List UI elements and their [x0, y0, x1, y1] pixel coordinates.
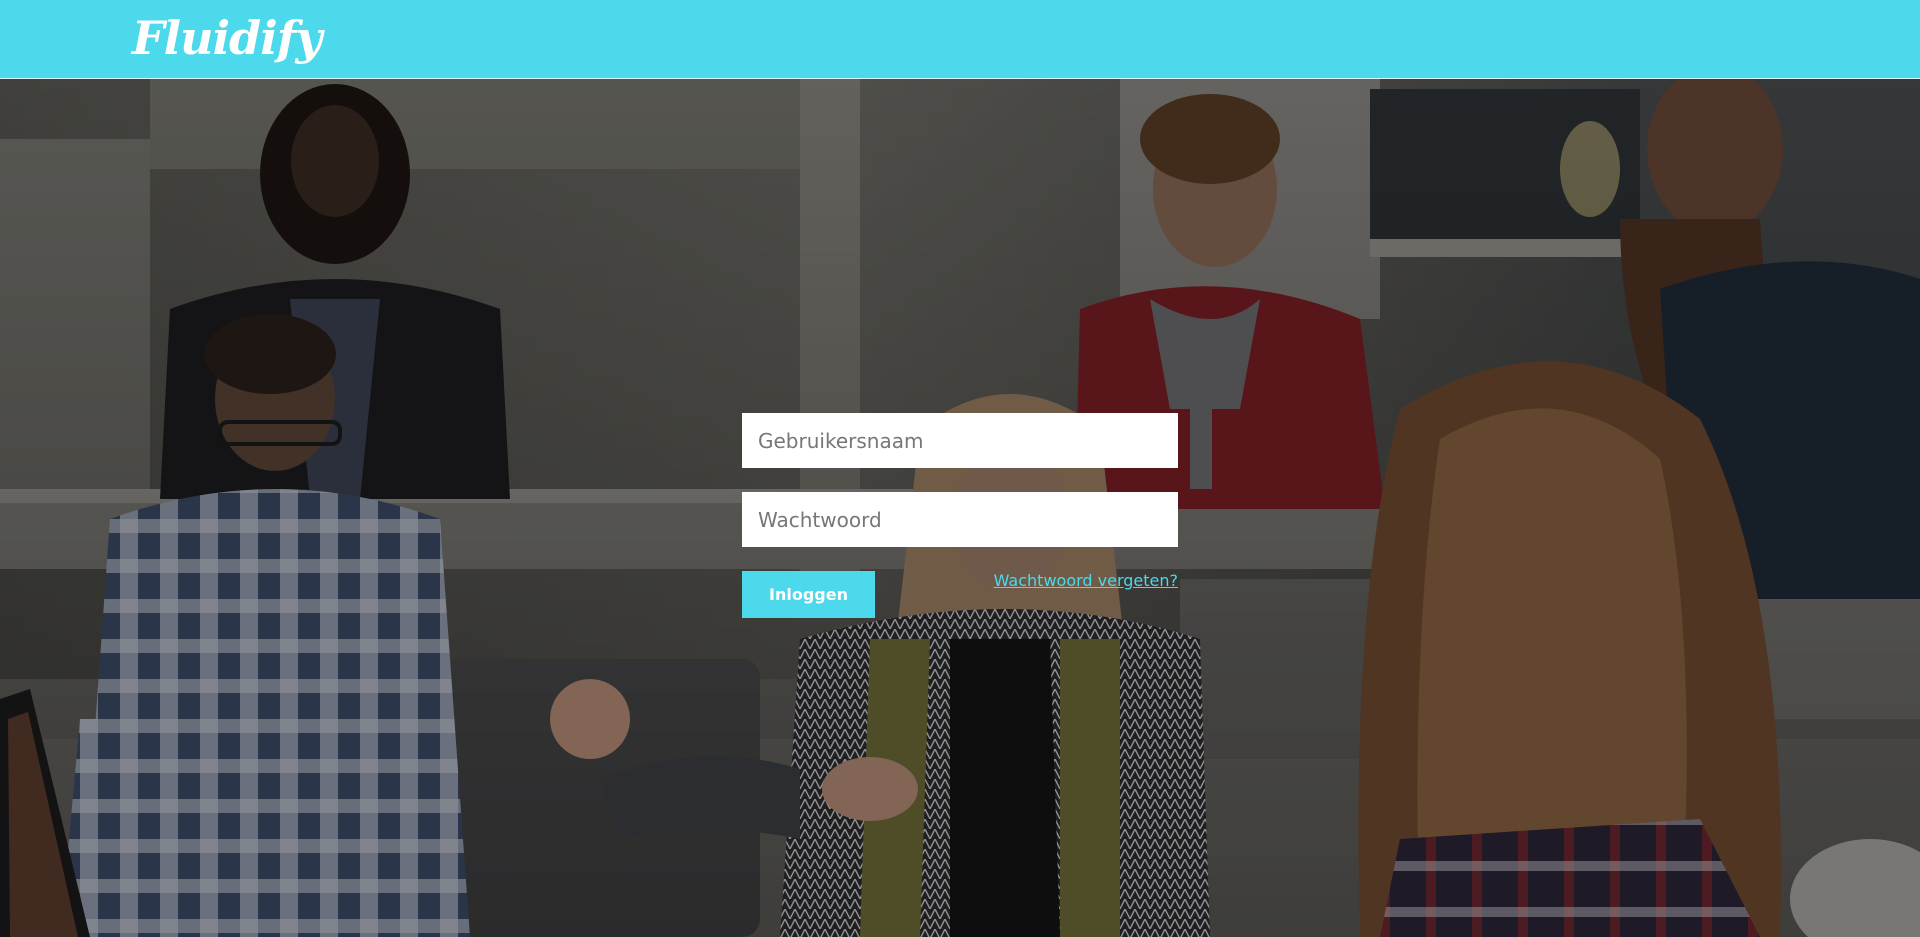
- hero-background-photo: Inloggen Wachtwoord vergeten?: [0, 79, 1920, 937]
- password-input[interactable]: [742, 492, 1178, 547]
- login-button[interactable]: Inloggen: [742, 571, 875, 618]
- forgot-password-link[interactable]: Wachtwoord vergeten?: [994, 571, 1178, 590]
- brand-logo[interactable]: Fluidify: [132, 8, 322, 68]
- username-input[interactable]: [742, 413, 1178, 468]
- login-form: Inloggen Wachtwoord vergeten?: [742, 413, 1178, 618]
- login-actions: Inloggen Wachtwoord vergeten?: [742, 571, 1178, 618]
- top-navigation-bar: Fluidify: [0, 0, 1920, 79]
